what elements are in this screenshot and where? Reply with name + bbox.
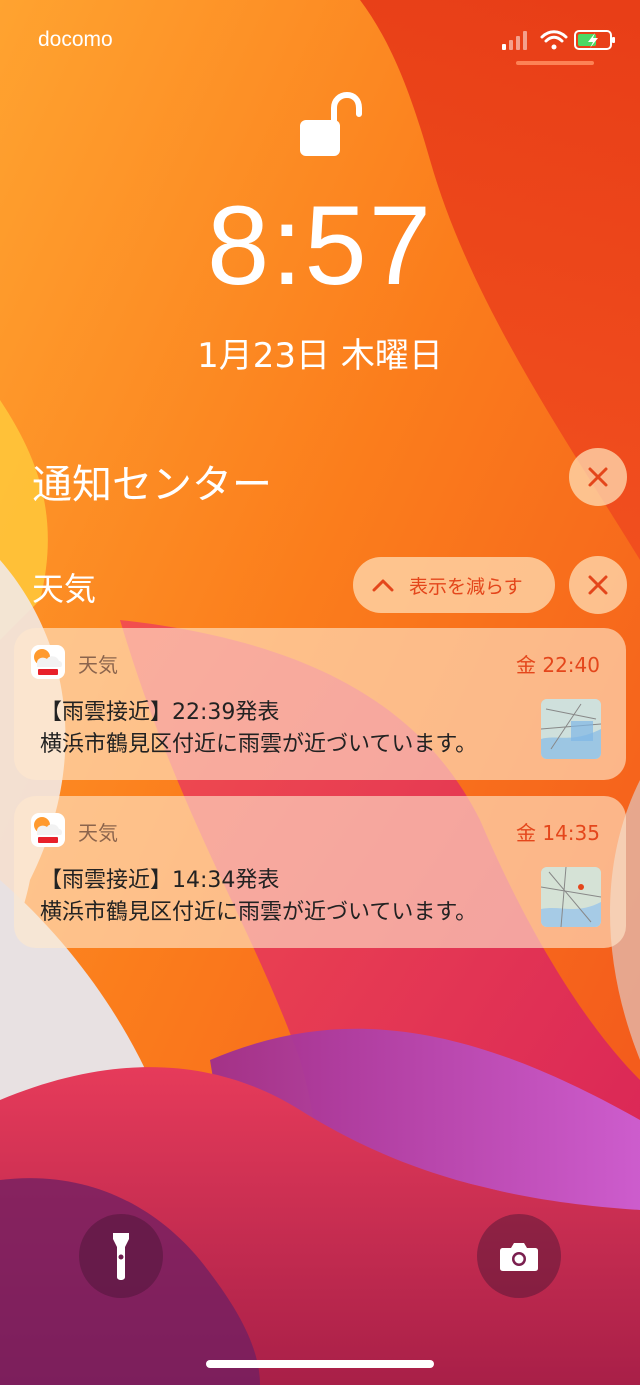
- camera-icon: [500, 1243, 538, 1271]
- unlocked-padlock-icon: [300, 92, 362, 156]
- yahoo-weather-app-icon: [31, 813, 65, 847]
- close-icon: [588, 575, 608, 595]
- notification-time: 金 14:35: [516, 821, 600, 845]
- camera-button[interactable]: [477, 1214, 561, 1298]
- carrier-name: docomo: [38, 28, 113, 51]
- yahoo-weather-app-icon: [31, 645, 65, 679]
- control-center-indicator[interactable]: [516, 61, 594, 65]
- wifi-icon: [540, 30, 568, 50]
- notification-body: 横浜市鶴見区付近に雨雲が近づいています。: [40, 900, 478, 925]
- app-name: 天気: [78, 653, 118, 677]
- chevron-up-icon: [372, 579, 394, 592]
- notification-card[interactable]: 天気 金 14:35 【雨雲接近】14:34発表 横浜市鶴見区付近に雨雲が近づい…: [14, 796, 626, 948]
- rain-map-thumbnail: [541, 699, 601, 759]
- notification-title: 【雨雲接近】14:34発表: [40, 868, 280, 893]
- battery-charging-icon: [574, 30, 615, 50]
- lock-screen-time: 8:57: [207, 183, 433, 308]
- notification-time: 金 22:40: [516, 653, 600, 677]
- home-indicator[interactable]: [206, 1360, 434, 1368]
- flashlight-icon: [113, 1233, 129, 1280]
- show-less-button[interactable]: 表示を減らす: [353, 557, 555, 613]
- notification-title: 【雨雲接近】22:39発表: [40, 700, 280, 725]
- group-title: 天気: [32, 570, 97, 608]
- clear-group-button[interactable]: [569, 556, 627, 614]
- notification-center-title: 通知センター: [32, 462, 272, 508]
- show-less-label: 表示を減らす: [409, 575, 523, 598]
- close-icon: [588, 467, 608, 487]
- status-icons: [502, 30, 615, 50]
- notification-body: 横浜市鶴見区付近に雨雲が近づいています。: [40, 732, 478, 757]
- clear-all-button[interactable]: [569, 448, 627, 506]
- rain-map-thumbnail: [541, 867, 601, 927]
- notification-card[interactable]: 天気 金 22:40 【雨雲接近】22:39発表 横浜市鶴見区付近に雨雲が近づい…: [14, 628, 626, 780]
- cellular-signal-icon: [502, 31, 527, 50]
- app-name: 天気: [78, 821, 118, 845]
- flashlight-button[interactable]: [79, 1214, 163, 1298]
- lock-screen-date: 1月23日 木曜日: [197, 336, 443, 376]
